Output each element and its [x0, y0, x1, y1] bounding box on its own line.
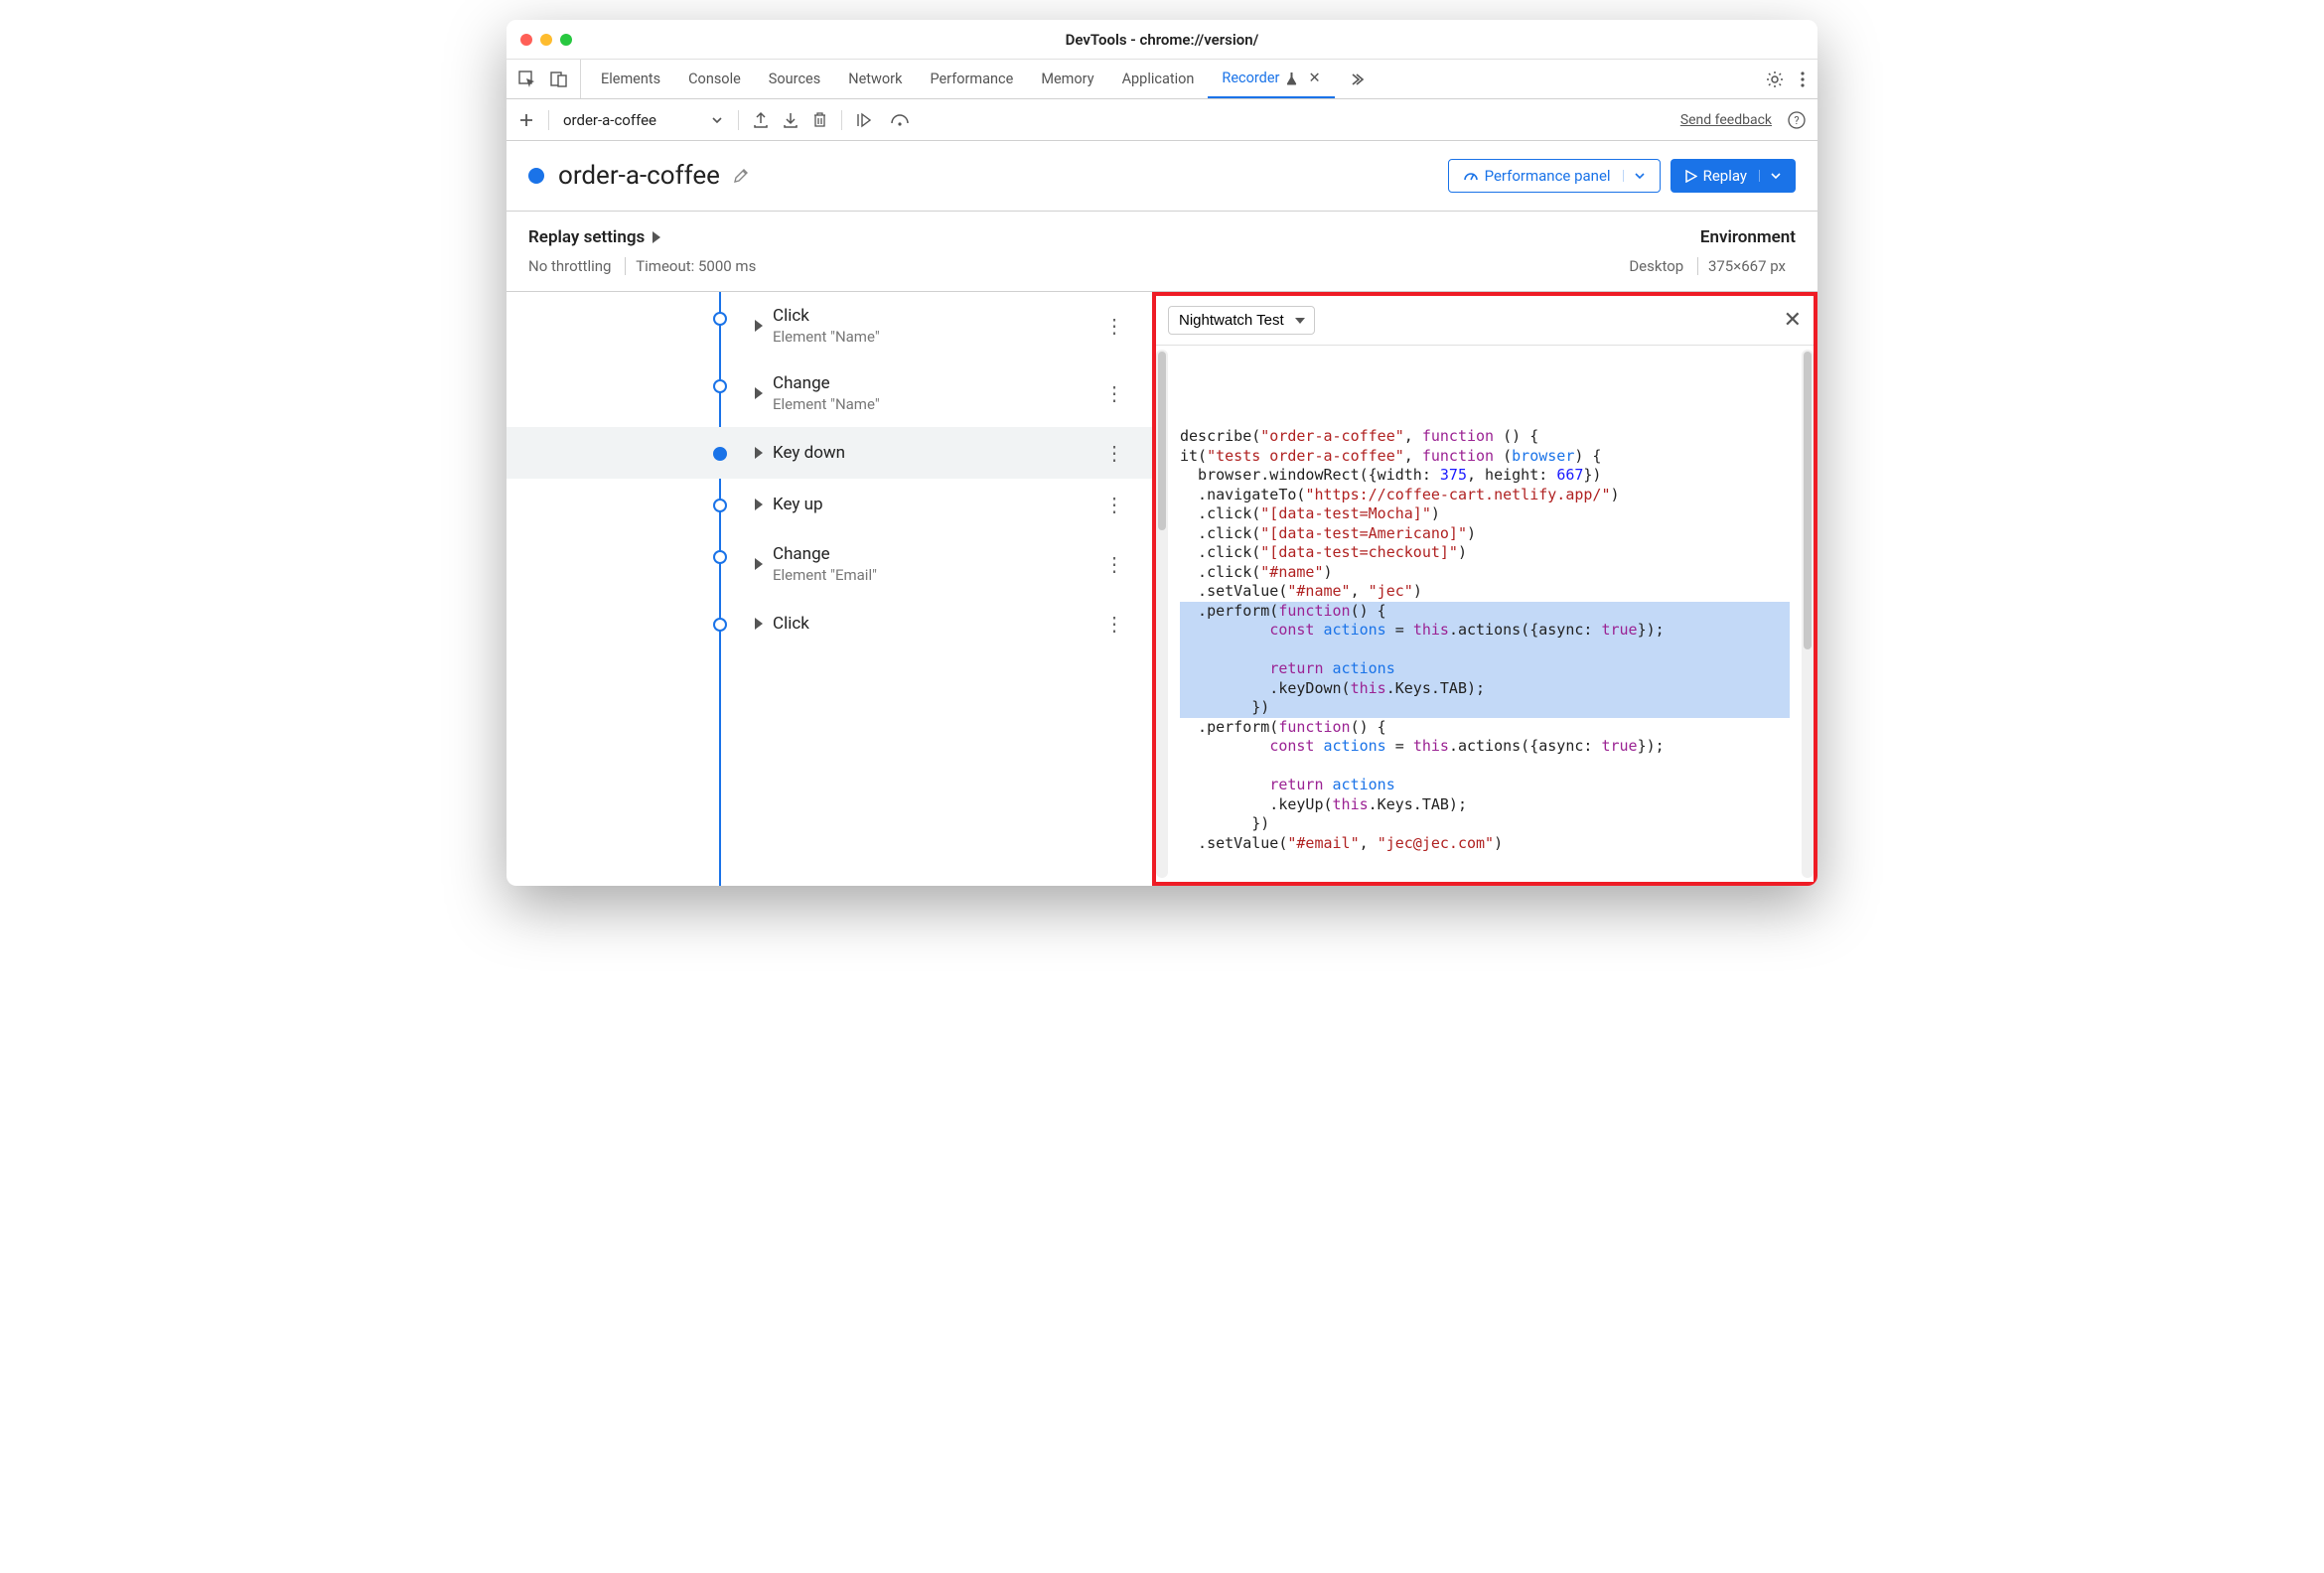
step-row[interactable]: Key down ⋮: [507, 427, 1152, 479]
export-format-select[interactable]: Nightwatch Test: [1168, 306, 1315, 335]
kebab-menu-icon[interactable]: ⋮: [1104, 493, 1132, 516]
experiment-icon: [1285, 72, 1298, 85]
caret-right-icon[interactable]: [755, 618, 763, 630]
minimize-window-icon[interactable]: [540, 34, 552, 46]
tab-console[interactable]: Console: [674, 60, 755, 98]
new-recording-icon[interactable]: [518, 112, 534, 128]
maximize-window-icon[interactable]: [560, 34, 572, 46]
tab-recorder[interactable]: Recorder✕: [1208, 60, 1334, 98]
caret-right-icon[interactable]: [755, 320, 763, 332]
titlebar: DevTools - chrome://version/: [507, 20, 1817, 60]
step-action: Change: [773, 544, 877, 564]
window-controls: [520, 34, 572, 46]
svg-text:?: ?: [1794, 114, 1799, 127]
replay-settings-heading[interactable]: Replay settings: [528, 227, 766, 247]
chevron-down-icon[interactable]: [1759, 170, 1782, 182]
device-value: Desktop: [1629, 257, 1683, 275]
step-bullet-icon: [713, 379, 727, 393]
environment-heading: Environment: [1629, 227, 1796, 247]
send-feedback-link[interactable]: Send feedback: [1680, 112, 1772, 128]
recording-name[interactable]: order-a-coffee: [563, 111, 656, 129]
tab-network[interactable]: Network: [834, 60, 916, 98]
devtools-tabbar: ElementsConsoleSourcesNetworkPerformance…: [507, 60, 1817, 99]
panel-tabs: ElementsConsoleSourcesNetworkPerformance…: [587, 60, 1335, 98]
tab-memory[interactable]: Memory: [1027, 60, 1107, 98]
step-over-icon[interactable]: [890, 113, 910, 127]
recorder-body: Click Element "Name" ⋮ Change Element "N…: [507, 292, 1817, 886]
kebab-menu-icon[interactable]: ⋮: [1104, 314, 1132, 338]
step-element: Element "Name": [773, 395, 880, 413]
recorder-toolbar: order-a-coffee Send feedback ?: [507, 99, 1817, 141]
kebab-menu-icon[interactable]: ⋮: [1104, 612, 1132, 636]
replay-button-label: Replay: [1703, 167, 1747, 185]
performance-panel-button[interactable]: Performance panel: [1448, 159, 1661, 193]
help-icon[interactable]: ?: [1788, 111, 1806, 129]
caret-right-icon[interactable]: [755, 499, 763, 510]
step-row[interactable]: Click Element "Name" ⋮: [507, 292, 1152, 359]
caret-right-icon[interactable]: [755, 387, 763, 399]
step-action: Click: [773, 614, 809, 634]
step-element: Element "Email": [773, 566, 877, 584]
step-bullet-icon: [713, 618, 727, 632]
caret-right-icon[interactable]: [755, 558, 763, 570]
steps-panel: Click Element "Name" ⋮ Change Element "N…: [507, 292, 1152, 886]
scrollbar[interactable]: [1156, 350, 1168, 878]
step-action: Change: [773, 373, 880, 393]
export-icon[interactable]: [753, 111, 769, 129]
step-bullet-icon: [713, 447, 727, 461]
step-bullet-icon: [713, 550, 727, 564]
step-action: Click: [773, 306, 880, 326]
caret-right-icon: [653, 231, 660, 243]
step-play-icon[interactable]: [856, 112, 876, 128]
code-export-panel: Nightwatch Test ✕ describe("order-a-coff…: [1152, 292, 1817, 886]
import-icon[interactable]: [783, 111, 799, 129]
settings-row: Replay settings No throttling Timeout: 5…: [507, 212, 1817, 292]
tab-application[interactable]: Application: [1108, 60, 1209, 98]
inspect-icon[interactable]: [518, 71, 536, 88]
replay-button[interactable]: Replay: [1670, 159, 1796, 193]
dimensions-value: 375×667 px: [1697, 257, 1786, 275]
kebab-menu-icon[interactable]: ⋮: [1104, 441, 1132, 465]
devtools-window: DevTools - chrome://version/ ElementsCon…: [507, 20, 1817, 886]
step-bullet-icon: [713, 312, 727, 326]
tab-performance[interactable]: Performance: [916, 60, 1027, 98]
kebab-menu-icon[interactable]: ⋮: [1104, 552, 1132, 576]
chevron-down-icon[interactable]: [710, 113, 724, 127]
window-title: DevTools - chrome://version/: [518, 31, 1806, 49]
edit-title-icon[interactable]: [732, 167, 750, 185]
tab-sources[interactable]: Sources: [755, 60, 834, 98]
scrollbar[interactable]: [1802, 350, 1814, 878]
close-tab-icon[interactable]: ✕: [1308, 70, 1320, 86]
settings-gear-icon[interactable]: [1766, 71, 1784, 88]
more-tabs-icon[interactable]: [1349, 72, 1365, 87]
kebab-menu-icon[interactable]: [1800, 71, 1806, 88]
step-element: Element "Name": [773, 328, 880, 346]
chevron-down-icon[interactable]: [1623, 170, 1646, 182]
device-toggle-icon[interactable]: [550, 71, 568, 88]
tab-elements[interactable]: Elements: [587, 60, 674, 98]
step-row[interactable]: Key up ⋮: [507, 479, 1152, 530]
code-content[interactable]: describe("order-a-coffee", function () {…: [1156, 346, 1814, 882]
kebab-menu-icon[interactable]: ⋮: [1104, 381, 1132, 405]
step-action: Key up: [773, 495, 823, 514]
step-row[interactable]: Change Element "Email" ⋮: [507, 530, 1152, 598]
throttling-value: No throttling: [528, 257, 611, 275]
delete-icon[interactable]: [812, 111, 827, 128]
step-row[interactable]: Click ⋮: [507, 598, 1152, 649]
step-row[interactable]: Change Element "Name" ⋮: [507, 359, 1152, 427]
timeout-value: Timeout: 5000 ms: [625, 257, 756, 275]
step-action: Key down: [773, 443, 845, 463]
close-icon[interactable]: ✕: [1784, 308, 1802, 333]
close-window-icon[interactable]: [520, 34, 532, 46]
recording-indicator-icon: [528, 168, 544, 184]
recording-title: order-a-coffee: [558, 161, 720, 191]
caret-right-icon[interactable]: [755, 447, 763, 459]
step-bullet-icon: [713, 499, 727, 512]
recording-header: order-a-coffee Performance panel Replay: [507, 141, 1817, 212]
performance-panel-label: Performance panel: [1485, 167, 1611, 185]
